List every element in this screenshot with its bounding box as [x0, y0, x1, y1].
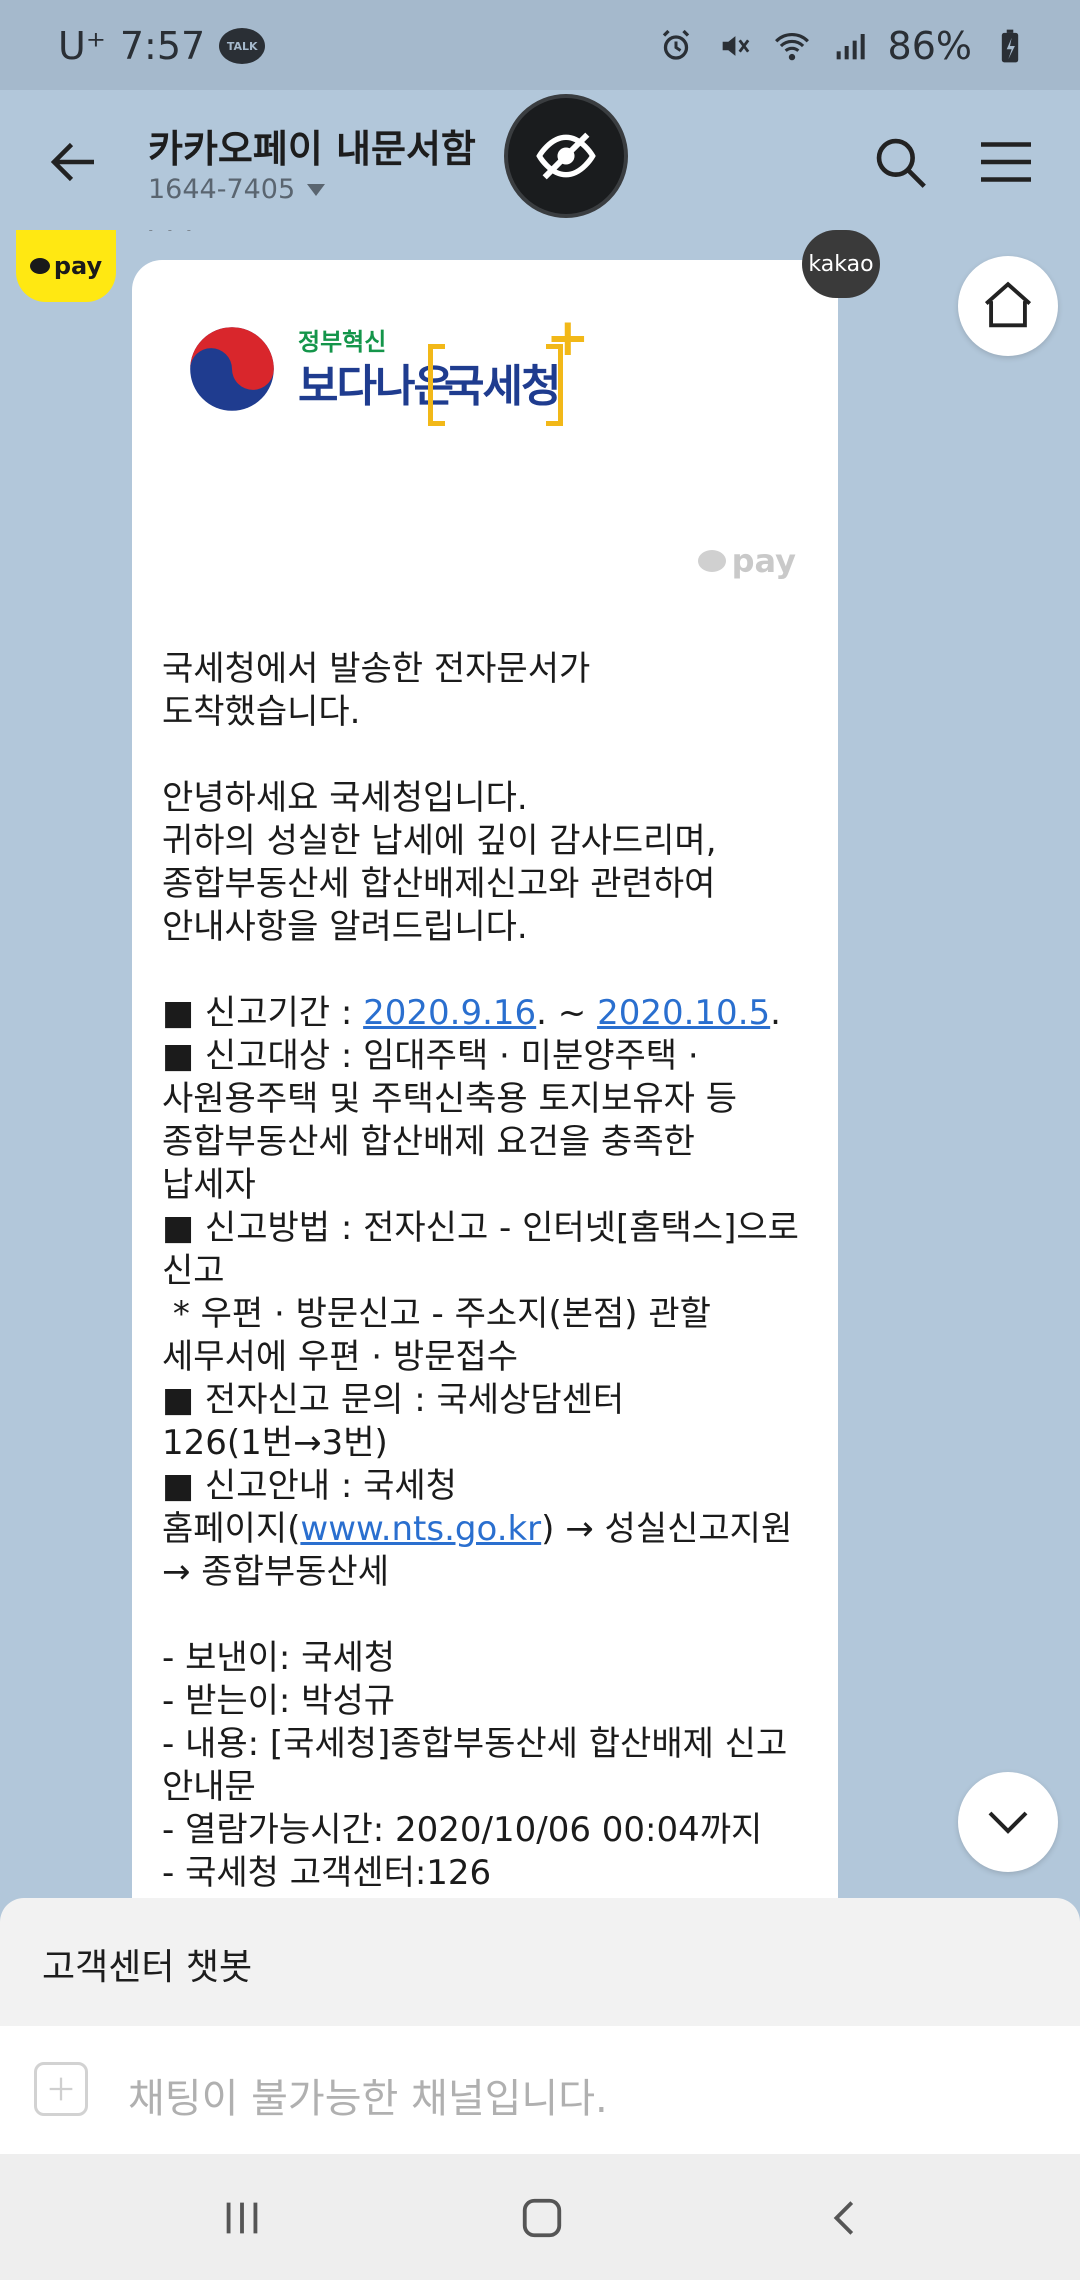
arrow-left-icon: [50, 142, 94, 182]
message-body: 국세청에서 발송한 전자문서가 도착했습니다. 안녕하세요 국세청입니다. 귀하의…: [162, 648, 822, 1895]
system-nav-bar: [0, 2154, 1080, 2280]
hamburger-icon: [981, 142, 1031, 182]
home-button[interactable]: [958, 256, 1058, 356]
pay-watermark: pay: [697, 542, 796, 580]
home-square-icon: [522, 2198, 562, 2238]
chat-header: 카카오페이 내문서함 1644-7405: [0, 90, 1080, 230]
taegeuk-icon: [190, 327, 274, 411]
home-icon: [984, 281, 1032, 328]
caret-down-icon: [307, 183, 326, 196]
slogan: 정부혁신 보다나은 국세청 +: [298, 308, 590, 426]
logo-bracket-left: [428, 344, 445, 426]
chatbot-bar[interactable]: 고객센터 챗봇: [0, 1898, 1080, 2026]
speech-bubble-icon: [697, 550, 726, 572]
message-bubble[interactable]: 정부혁신 보다나은 국세청 + pay 국세청에서 발송한 전자문서가 도착했습…: [132, 260, 838, 1898]
back-nav-button[interactable]: [816, 2188, 876, 2248]
disabled-input-placeholder: 채팅이 불가능한 채널입니다.: [128, 2076, 608, 2122]
speech-bubble-icon: [29, 258, 50, 274]
kakaotalk-notification-icon: TALK: [219, 28, 266, 64]
period-line: ■ 신고기간 : 2020.9.16. ~ 2020.10.5.: [162, 993, 781, 1033]
nts-website-link[interactable]: www.nts.go.kr: [300, 1509, 541, 1549]
chatbot-label[interactable]: 고객센터 챗봇: [42, 1938, 252, 1990]
mute-icon: [714, 26, 754, 66]
alarm-icon: [656, 26, 696, 66]
back-button[interactable]: [44, 132, 104, 192]
period-end-link[interactable]: 2020.10.5: [597, 993, 770, 1033]
wifi-icon: [772, 26, 812, 66]
chevron-left-icon: [833, 2201, 854, 2235]
home-nav-button[interactable]: [512, 2188, 572, 2248]
intro-text: 국세청에서 발송한 전자문서가 도착했습니다.: [162, 649, 591, 732]
greeting-text: 안녕하세요 국세청입니다. 귀하의 성실한 납세에 깊이 감사드리며, 종합부동…: [162, 778, 717, 947]
kakaopay-avatar[interactable]: pay: [16, 230, 116, 302]
target-text: ■ 신고대상 : 임대주택 · 미분양주택 · 사원용주택 및 주택신축용 토지…: [162, 1036, 737, 1205]
status-bar: U⁺ 7:57 TALK 86%: [0, 0, 1080, 90]
hide-eye-button[interactable]: [504, 94, 628, 218]
plus-icon: +: [546, 308, 590, 368]
channel-title: 카카오페이 내문서함: [148, 127, 476, 171]
signal-icon: [830, 26, 870, 66]
carrier-label: U⁺: [58, 24, 106, 68]
guide-text: ■ 신고안내 : 국세청 홈페이지(www.nts.go.kr) → 성실신고지…: [162, 1466, 793, 1592]
period-start-link[interactable]: 2020.9.16: [363, 993, 536, 1033]
kakao-badge: kakao: [802, 230, 880, 298]
eye-off-icon: [536, 132, 596, 180]
method-text: ■ 신고방법 : 전자신고 - 인터넷[홈택스]으로 신고 * 우편 · 방문신…: [162, 1208, 799, 1377]
chat-area[interactable]: pay · · · 정부혁신 보다나은 국세청 + pay: [0, 230, 1080, 1898]
attach-button[interactable]: [34, 2062, 88, 2116]
clock: 7:57: [119, 24, 206, 68]
inquiry-text: ■ 전자신고 문의 : 국세상담센터 126(1번→3번): [162, 1380, 625, 1463]
search-icon: [876, 138, 926, 188]
details-text: - 보낸이: 국세청 - 받는이: 박성규 - 내용: [국세청]종합부동산세 …: [162, 1638, 788, 1893]
logo-org-text: 국세청: [444, 361, 561, 412]
scroll-down-button[interactable]: [958, 1772, 1058, 1872]
chevron-down-icon: [988, 1811, 1028, 1834]
battery-percent: 86%: [887, 24, 972, 68]
battery-charging-icon: [990, 26, 1030, 66]
search-button[interactable]: [870, 132, 932, 194]
channel-phone-dropdown[interactable]: 1644-7405: [148, 174, 326, 205]
message-input-bar: 채팅이 불가능한 채널입니다.: [0, 2026, 1080, 2154]
avatar-pay-label: pay: [53, 252, 103, 280]
sender-name-cut: · · ·: [146, 230, 194, 247]
plus-icon: [49, 2077, 73, 2101]
channel-phone: 1644-7405: [148, 174, 296, 205]
recent-apps-button[interactable]: [212, 2188, 272, 2248]
nts-logo: 정부혁신 보다나은 국세청 +: [188, 308, 590, 426]
menu-button[interactable]: [976, 136, 1036, 188]
recent-apps-icon: [226, 2202, 258, 2234]
